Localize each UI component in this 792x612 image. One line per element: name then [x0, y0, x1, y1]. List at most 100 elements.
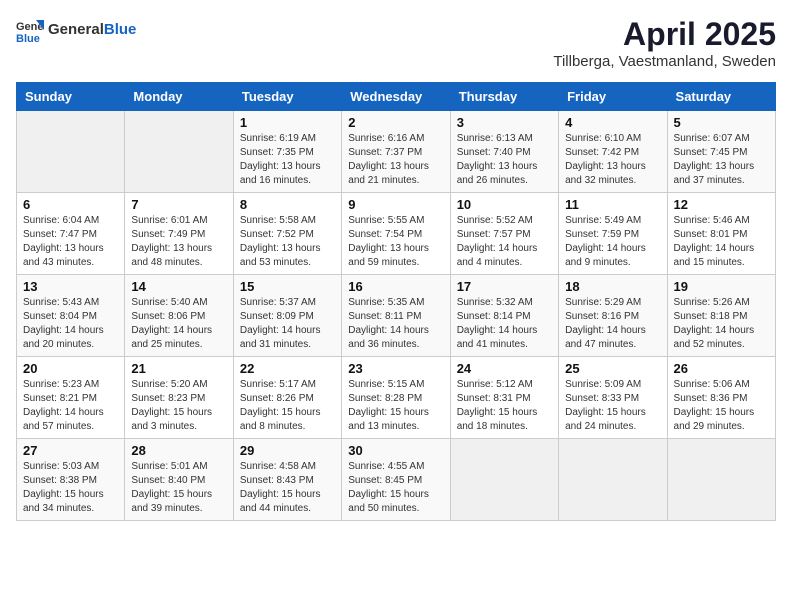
day-info: Sunrise: 5:35 AM Sunset: 8:11 PM Dayligh… — [348, 296, 443, 352]
day-number: 21 — [131, 361, 226, 376]
day-number: 27 — [23, 443, 118, 458]
calendar-cell — [125, 111, 233, 193]
location-title: Tillberga, Vaestmanland, Sweden — [553, 53, 776, 70]
day-info: Sunrise: 5:20 AM Sunset: 8:23 PM Dayligh… — [131, 378, 226, 434]
calendar-cell: 28Sunrise: 5:01 AM Sunset: 8:40 PM Dayli… — [125, 439, 233, 521]
day-info: Sunrise: 5:01 AM Sunset: 8:40 PM Dayligh… — [131, 460, 226, 516]
day-number: 26 — [674, 361, 769, 376]
calendar-cell — [559, 439, 667, 521]
day-info: Sunrise: 5:26 AM Sunset: 8:18 PM Dayligh… — [674, 296, 769, 352]
calendar-week-row: 20Sunrise: 5:23 AM Sunset: 8:21 PM Dayli… — [17, 357, 776, 439]
day-number: 6 — [23, 197, 118, 212]
calendar-week-row: 27 Sunrise: 5:03 AM Sunset: 8:38 PM Dayli… — [17, 439, 776, 521]
calendar-cell: 13 Sunrise: 5:43 AM Sunset: 8:04 PM Dayli… — [17, 275, 125, 357]
day-info: Sunrise: 5:09 AM Sunset: 8:33 PM Dayligh… — [565, 378, 660, 434]
calendar-cell: 17Sunrise: 5:32 AM Sunset: 8:14 PM Dayli… — [450, 275, 558, 357]
calendar-cell: 25 Sunrise: 5:09 AM Sunset: 8:33 PM Dayli… — [559, 357, 667, 439]
day-info: Sunrise: 5:29 AM Sunset: 8:16 PM Dayligh… — [565, 296, 660, 352]
calendar-cell: 30 Sunrise: 4:55 AM Sunset: 8:45 PM Dayli… — [342, 439, 450, 521]
calendar-cell: 5Sunrise: 6:07 AM Sunset: 7:45 PM Daylig… — [667, 111, 775, 193]
day-info: Sunrise: 5:43 AM Sunset: 8:04 PM Dayligh… — [23, 296, 118, 352]
day-info: Sunrise: 5:03 AM Sunset: 8:38 PM Dayligh… — [23, 460, 118, 516]
calendar-cell: 3 Sunrise: 6:13 AM Sunset: 7:40 PM Daylig… — [450, 111, 558, 193]
day-number: 16 — [348, 279, 443, 294]
day-info: Sunrise: 5:46 AM Sunset: 8:01 PM Dayligh… — [674, 214, 769, 270]
day-number: 11 — [565, 197, 660, 212]
day-number: 15 — [240, 279, 335, 294]
weekday-header-tuesday: Tuesday — [233, 83, 341, 111]
svg-text:Blue: Blue — [16, 33, 40, 44]
calendar-cell: 16 Sunrise: 5:35 AM Sunset: 8:11 PM Dayli… — [342, 275, 450, 357]
calendar-cell — [450, 439, 558, 521]
calendar-cell: 26 Sunrise: 5:06 AM Sunset: 8:36 PM Dayli… — [667, 357, 775, 439]
day-number: 3 — [457, 115, 552, 130]
calendar-cell: 27 Sunrise: 5:03 AM Sunset: 8:38 PM Dayli… — [17, 439, 125, 521]
day-number: 14 — [131, 279, 226, 294]
title-area: April 2025 Tillberga, Vaestmanland, Swed… — [553, 16, 776, 70]
calendar-cell: 11 Sunrise: 5:49 AM Sunset: 7:59 PM Dayli… — [559, 193, 667, 275]
day-info: Sunrise: 5:49 AM Sunset: 7:59 PM Dayligh… — [565, 214, 660, 270]
day-number: 19 — [674, 279, 769, 294]
day-info: Sunrise: 6:13 AM Sunset: 7:40 PM Dayligh… — [457, 132, 552, 188]
logo: General Blue GeneralBlue — [16, 16, 136, 44]
calendar-cell: 29Sunrise: 4:58 AM Sunset: 8:43 PM Dayli… — [233, 439, 341, 521]
weekday-header-saturday: Saturday — [667, 83, 775, 111]
calendar-cell — [17, 111, 125, 193]
calendar-cell: 23 Sunrise: 5:15 AM Sunset: 8:28 PM Dayli… — [342, 357, 450, 439]
day-info: Sunrise: 5:15 AM Sunset: 8:28 PM Dayligh… — [348, 378, 443, 434]
weekday-header-thursday: Thursday — [450, 83, 558, 111]
weekday-header-wednesday: Wednesday — [342, 83, 450, 111]
calendar-cell: 18 Sunrise: 5:29 AM Sunset: 8:16 PM Dayli… — [559, 275, 667, 357]
day-info: Sunrise: 6:04 AM Sunset: 7:47 PM Dayligh… — [23, 214, 118, 270]
calendar-cell: 7 Sunrise: 6:01 AM Sunset: 7:49 PM Daylig… — [125, 193, 233, 275]
day-info: Sunrise: 5:06 AM Sunset: 8:36 PM Dayligh… — [674, 378, 769, 434]
day-info: Sunrise: 6:19 AM Sunset: 7:35 PM Dayligh… — [240, 132, 335, 188]
day-number: 25 — [565, 361, 660, 376]
day-number: 22 — [240, 361, 335, 376]
calendar-cell: 14 Sunrise: 5:40 AM Sunset: 8:06 PM Dayli… — [125, 275, 233, 357]
day-number: 17 — [457, 279, 552, 294]
day-info: Sunrise: 4:58 AM Sunset: 8:43 PM Dayligh… — [240, 460, 335, 516]
day-info: Sunrise: 5:37 AM Sunset: 8:09 PM Dayligh… — [240, 296, 335, 352]
calendar-week-row: 1Sunrise: 6:19 AM Sunset: 7:35 PM Daylig… — [17, 111, 776, 193]
calendar-cell: 6 Sunrise: 6:04 AM Sunset: 7:47 PM Daylig… — [17, 193, 125, 275]
weekday-header-row: SundayMondayTuesdayWednesdayThursdayFrid… — [17, 83, 776, 111]
calendar-cell: 2 Sunrise: 6:16 AM Sunset: 7:37 PM Daylig… — [342, 111, 450, 193]
day-info: Sunrise: 5:17 AM Sunset: 8:26 PM Dayligh… — [240, 378, 335, 434]
calendar-cell: 12 Sunrise: 5:46 AM Sunset: 8:01 PM Dayli… — [667, 193, 775, 275]
calendar-week-row: 13 Sunrise: 5:43 AM Sunset: 8:04 PM Dayli… — [17, 275, 776, 357]
calendar-cell: 20Sunrise: 5:23 AM Sunset: 8:21 PM Dayli… — [17, 357, 125, 439]
page-header: General Blue GeneralBlue April 2025 Till… — [16, 16, 776, 70]
calendar-cell: 21 Sunrise: 5:20 AM Sunset: 8:23 PM Dayli… — [125, 357, 233, 439]
weekday-header-sunday: Sunday — [17, 83, 125, 111]
day-number: 30 — [348, 443, 443, 458]
weekday-header-monday: Monday — [125, 83, 233, 111]
weekday-header-friday: Friday — [559, 83, 667, 111]
calendar-cell: 22 Sunrise: 5:17 AM Sunset: 8:26 PM Dayli… — [233, 357, 341, 439]
calendar-table: SundayMondayTuesdayWednesdayThursdayFrid… — [16, 82, 776, 521]
day-number: 24 — [457, 361, 552, 376]
day-number: 18 — [565, 279, 660, 294]
day-info: Sunrise: 6:16 AM Sunset: 7:37 PM Dayligh… — [348, 132, 443, 188]
day-info: Sunrise: 6:10 AM Sunset: 7:42 PM Dayligh… — [565, 132, 660, 188]
logo-icon: General Blue — [16, 16, 44, 44]
day-number: 23 — [348, 361, 443, 376]
calendar-cell: 9 Sunrise: 5:55 AM Sunset: 7:54 PM Daylig… — [342, 193, 450, 275]
day-info: Sunrise: 5:23 AM Sunset: 8:21 PM Dayligh… — [23, 378, 118, 434]
calendar-cell — [667, 439, 775, 521]
day-info: Sunrise: 5:40 AM Sunset: 8:06 PM Dayligh… — [131, 296, 226, 352]
month-title: April 2025 — [553, 16, 776, 53]
day-number: 10 — [457, 197, 552, 212]
day-number: 5 — [674, 115, 769, 130]
day-number: 7 — [131, 197, 226, 212]
day-number: 12 — [674, 197, 769, 212]
day-number: 8 — [240, 197, 335, 212]
calendar-cell: 4Sunrise: 6:10 AM Sunset: 7:42 PM Daylig… — [559, 111, 667, 193]
day-number: 13 — [23, 279, 118, 294]
day-number: 9 — [348, 197, 443, 212]
day-info: Sunrise: 5:55 AM Sunset: 7:54 PM Dayligh… — [348, 214, 443, 270]
day-number: 2 — [348, 115, 443, 130]
day-info: Sunrise: 6:01 AM Sunset: 7:49 PM Dayligh… — [131, 214, 226, 270]
day-info: Sunrise: 4:55 AM Sunset: 8:45 PM Dayligh… — [348, 460, 443, 516]
day-info: Sunrise: 5:12 AM Sunset: 8:31 PM Dayligh… — [457, 378, 552, 434]
